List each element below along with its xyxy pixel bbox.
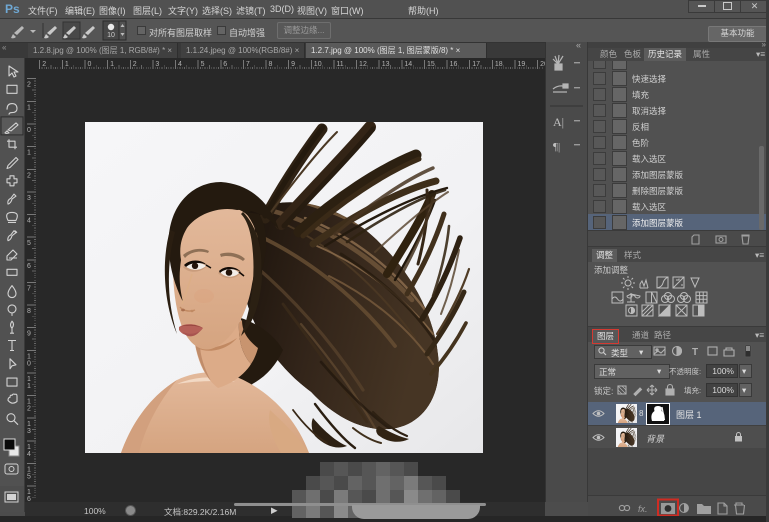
svg-text:12: 12 bbox=[359, 61, 367, 68]
svg-text:3: 3 bbox=[27, 195, 31, 202]
svg-text:4: 4 bbox=[178, 61, 182, 68]
svg-text:1: 1 bbox=[110, 61, 114, 68]
svg-text:1: 1 bbox=[65, 61, 69, 68]
svg-text:5: 5 bbox=[27, 473, 31, 480]
svg-text:1: 1 bbox=[27, 104, 31, 111]
svg-text:4: 4 bbox=[27, 218, 31, 225]
svg-text:1: 1 bbox=[27, 376, 31, 383]
svg-text:1: 1 bbox=[27, 353, 31, 360]
svg-text:17: 17 bbox=[472, 61, 480, 68]
svg-text:1: 1 bbox=[27, 399, 31, 406]
svg-text:10: 10 bbox=[314, 61, 322, 68]
svg-text:2: 2 bbox=[27, 172, 31, 179]
svg-text:2: 2 bbox=[42, 61, 46, 68]
svg-text:6: 6 bbox=[27, 263, 31, 270]
svg-text:1: 1 bbox=[27, 489, 31, 496]
svg-text:16: 16 bbox=[450, 61, 458, 68]
svg-text:7: 7 bbox=[27, 285, 31, 292]
svg-text:2: 2 bbox=[133, 61, 137, 68]
svg-text:¶|: ¶| bbox=[553, 141, 560, 153]
svg-text:8: 8 bbox=[269, 61, 273, 68]
svg-text:1: 1 bbox=[27, 150, 31, 157]
svg-text:4: 4 bbox=[27, 451, 31, 458]
svg-text:20: 20 bbox=[540, 61, 545, 68]
svg-text:6: 6 bbox=[223, 61, 227, 68]
svg-text:5: 5 bbox=[27, 240, 31, 247]
svg-text:2: 2 bbox=[27, 406, 31, 413]
svg-text:11: 11 bbox=[336, 61, 343, 68]
svg-text:9: 9 bbox=[291, 61, 295, 68]
svg-text:15: 15 bbox=[427, 61, 435, 68]
svg-text:1: 1 bbox=[27, 383, 31, 390]
svg-text:14: 14 bbox=[404, 61, 412, 68]
svg-text:19: 19 bbox=[517, 61, 525, 68]
svg-text:10: 10 bbox=[107, 32, 115, 39]
svg-text:7: 7 bbox=[246, 61, 250, 68]
svg-text:5: 5 bbox=[201, 61, 205, 68]
svg-text:13: 13 bbox=[382, 61, 390, 68]
svg-text:3: 3 bbox=[27, 428, 31, 435]
svg-text:2: 2 bbox=[27, 82, 31, 89]
svg-text:T: T bbox=[692, 347, 698, 358]
svg-text:18: 18 bbox=[495, 61, 503, 68]
svg-text:«: « bbox=[576, 42, 581, 50]
svg-text:9: 9 bbox=[27, 331, 31, 338]
svg-text:1: 1 bbox=[27, 444, 31, 451]
svg-text:8: 8 bbox=[27, 308, 31, 315]
svg-text:1: 1 bbox=[27, 466, 31, 473]
svg-text:3: 3 bbox=[155, 61, 159, 68]
svg-text:A|: A| bbox=[553, 115, 564, 129]
svg-text:0: 0 bbox=[27, 127, 31, 134]
svg-text:1: 1 bbox=[27, 421, 31, 428]
svg-text:0: 0 bbox=[27, 360, 31, 367]
svg-text:fx.: fx. bbox=[638, 504, 648, 514]
svg-text:0: 0 bbox=[88, 61, 92, 68]
